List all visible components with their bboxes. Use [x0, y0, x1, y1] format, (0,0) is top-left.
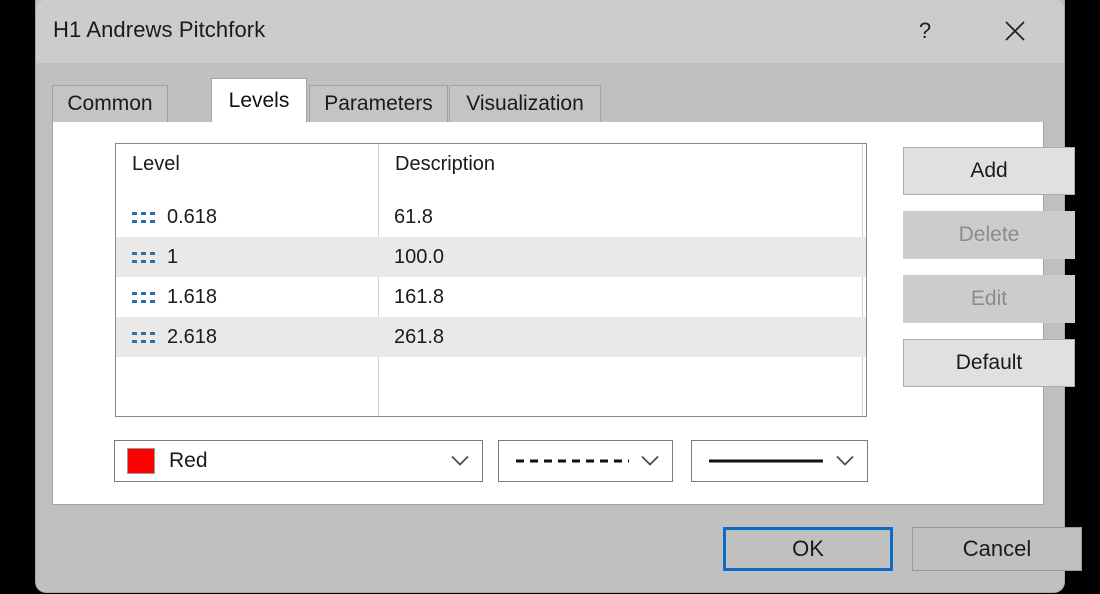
cell-level: 0.618 — [116, 197, 378, 237]
level-value: 0.618 — [167, 205, 218, 228]
default-button[interactable]: Default — [903, 339, 1075, 387]
header-cell-level: Level — [116, 144, 378, 184]
levels-table[interactable]: Level Description 0.618 61.8 1 100.0 1.6… — [115, 143, 867, 417]
table-row[interactable]: 1 100.0 — [116, 237, 866, 277]
table-header-row: Level Description — [116, 144, 866, 184]
description-value: 100.0 — [394, 245, 445, 268]
chevron-down-icon — [836, 455, 854, 466]
description-value: 261.8 — [394, 325, 445, 348]
table-row[interactable]: 0.618 61.8 — [116, 197, 866, 237]
cell-description: 161.8 — [379, 277, 862, 317]
edit-button-label: Edit — [970, 287, 1008, 310]
help-icon[interactable]: ? — [902, 10, 948, 52]
add-button[interactable]: Add — [903, 147, 1075, 195]
table-row[interactable]: 1.618 161.8 — [116, 277, 866, 317]
tab-common[interactable]: Common — [52, 85, 168, 122]
column-header-level: Level — [132, 152, 180, 175]
dashed-line-preview-icon — [516, 459, 629, 463]
cell-level: 2.618 — [116, 317, 378, 357]
cell-description: 261.8 — [379, 317, 862, 357]
line-style-select[interactable] — [498, 440, 673, 482]
tab-visualization[interactable]: Visualization — [449, 85, 601, 122]
default-button-label: Default — [955, 351, 1023, 374]
cancel-button-label: Cancel — [962, 536, 1032, 561]
ok-button[interactable]: OK — [723, 527, 893, 571]
cancel-button[interactable]: Cancel — [912, 527, 1082, 571]
tab-label: Common — [67, 92, 153, 115]
edit-button[interactable]: Edit — [903, 275, 1075, 323]
chevron-down-icon — [641, 455, 659, 466]
table-row[interactable]: 2.618 261.8 — [116, 317, 866, 357]
title-bar: H1 Andrews Pitchfork ? — [36, 0, 1064, 63]
delete-button-label: Delete — [958, 223, 1020, 246]
description-value: 61.8 — [394, 205, 433, 228]
tab-levels[interactable]: Levels — [211, 78, 307, 122]
tab-parameters[interactable]: Parameters — [309, 85, 448, 122]
add-button-label: Add — [970, 159, 1008, 182]
color-select[interactable]: Red — [114, 440, 483, 482]
dashed-line-icon — [132, 251, 155, 263]
color-select-label: Red — [169, 449, 208, 472]
color-swatch — [127, 448, 155, 474]
close-icon[interactable] — [992, 10, 1038, 52]
chevron-down-icon — [451, 455, 469, 466]
level-value: 1.618 — [167, 285, 218, 308]
cell-description: 61.8 — [379, 197, 862, 237]
description-value: 161.8 — [394, 285, 445, 308]
dashed-line-icon — [132, 331, 155, 343]
level-value: 2.618 — [167, 325, 218, 348]
ok-button-label: OK — [792, 536, 824, 561]
cell-description: 100.0 — [379, 237, 862, 277]
dialog-title: H1 Andrews Pitchfork — [53, 17, 266, 42]
solid-line-preview-icon — [709, 459, 823, 463]
cell-level: 1.618 — [116, 277, 378, 317]
line-width-select[interactable] — [691, 440, 868, 482]
tab-label: Visualization — [466, 92, 584, 115]
dashed-line-icon — [132, 291, 155, 303]
cell-level: 1 — [116, 237, 378, 277]
dialog-window: H1 Andrews Pitchfork ? Common Levels Par… — [36, 0, 1082, 592]
tab-label: Parameters — [324, 92, 433, 115]
dashed-line-icon — [132, 211, 155, 223]
column-header-description: Description — [395, 152, 496, 175]
delete-button[interactable]: Delete — [903, 211, 1075, 259]
level-value: 1 — [167, 245, 179, 268]
tab-label: Levels — [228, 88, 290, 112]
header-cell-description: Description — [379, 144, 862, 184]
tab-strip: Common Levels Parameters Visualization — [36, 63, 1064, 122]
svg-text:?: ? — [919, 18, 931, 43]
